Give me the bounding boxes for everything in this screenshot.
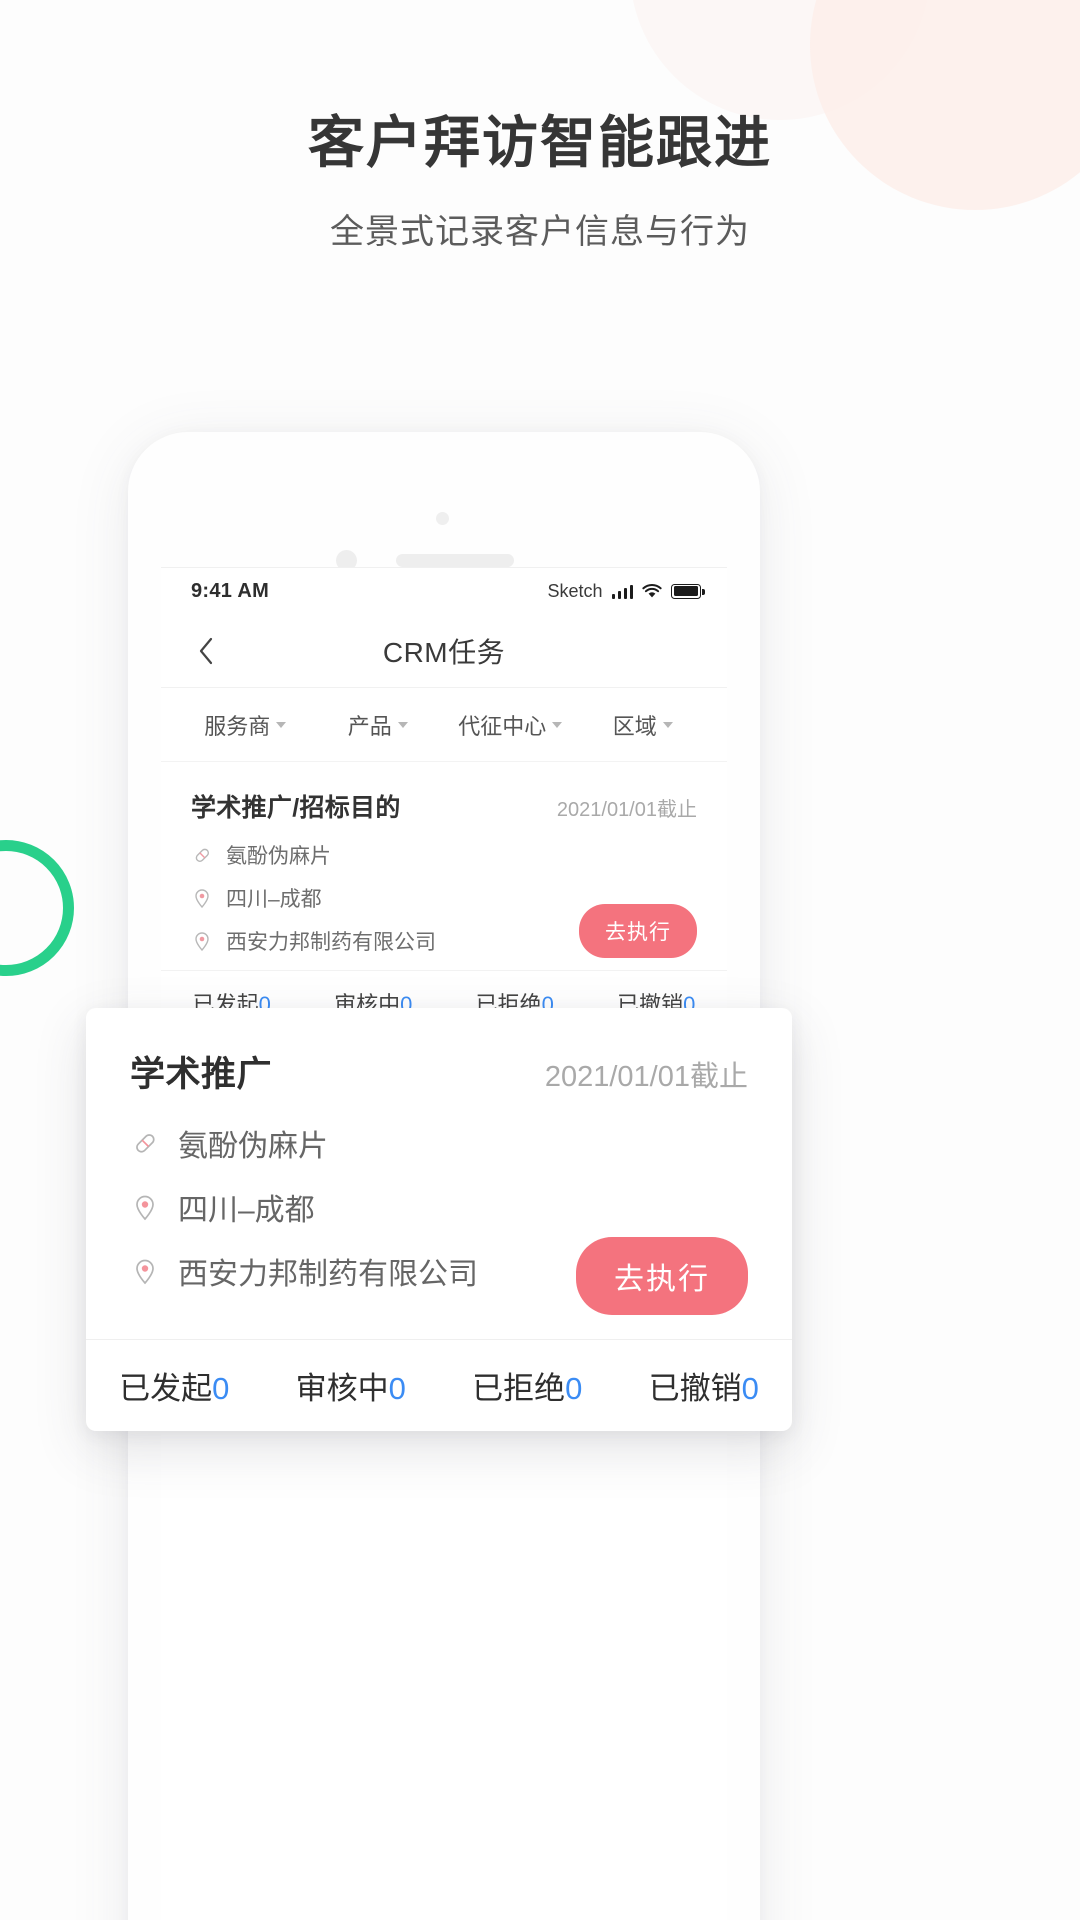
highlighted-stats-row: 已发起0 审核中0 已拒绝0 已撤销0 bbox=[86, 1339, 792, 1431]
filter-region[interactable]: 区域 bbox=[577, 709, 710, 741]
filter-label: 区域 bbox=[612, 713, 657, 739]
highlighted-task-due-date: 2021/01/01截止 bbox=[544, 1061, 748, 1093]
phone-top-hardware bbox=[128, 474, 760, 571]
status-bar-carrier: Sketch bbox=[547, 580, 603, 601]
nav-bar: CRM任务 bbox=[161, 614, 727, 688]
nav-title: CRM任务 bbox=[382, 636, 506, 668]
stat-label: 已拒绝 bbox=[472, 1371, 566, 1406]
highlighted-execute-button[interactable]: 去执行 bbox=[576, 1237, 748, 1315]
execute-task-button[interactable]: 去执行 bbox=[579, 904, 697, 958]
signal-bars-icon bbox=[611, 584, 633, 599]
stat-count: 0 bbox=[565, 1371, 583, 1406]
filter-label: 代征中心 bbox=[458, 713, 547, 739]
highlighted-detail-text: 四川–成都 bbox=[178, 1194, 315, 1227]
chevron-down-icon bbox=[662, 721, 673, 728]
highlighted-detail-text: 氨酚伪麻片 bbox=[178, 1130, 328, 1163]
pill-icon bbox=[130, 1128, 160, 1158]
chevron-down-icon bbox=[552, 721, 563, 728]
highlighted-detail-row: 氨酚伪麻片 bbox=[130, 1121, 748, 1165]
status-bar: 9:41 AM Sketch bbox=[161, 568, 727, 614]
hero-text-block: 客户拜访智能跟进 全景式记录客户信息与行为 bbox=[0, 108, 1080, 253]
location-pin-icon bbox=[130, 1192, 160, 1222]
decor-ring-green bbox=[0, 840, 74, 976]
earpiece-speaker bbox=[396, 554, 514, 567]
highlighted-card-header: 学术推广 2021/01/01截止 bbox=[130, 1046, 748, 1097]
stat-count: 0 bbox=[741, 1371, 759, 1406]
filter-label: 服务商 bbox=[204, 713, 271, 739]
page-title: 客户拜访智能跟进 bbox=[308, 111, 772, 174]
status-bar-time: 9:41 AM bbox=[191, 579, 270, 602]
task-detail-text: 四川–成都 bbox=[226, 888, 322, 911]
filter-collection-center[interactable]: 代征中心 bbox=[444, 709, 577, 741]
pill-icon bbox=[191, 844, 213, 866]
back-button[interactable] bbox=[189, 634, 223, 668]
wifi-icon bbox=[642, 583, 662, 599]
filter-service-provider[interactable]: 服务商 bbox=[179, 709, 312, 741]
highlighted-task-title: 学术推广 bbox=[130, 1055, 273, 1094]
filter-bar: 服务商 产品 代征中心 区域 bbox=[161, 688, 727, 762]
task-card-header: 学术推广/招标目的 2021/01/01截止 bbox=[191, 788, 697, 824]
stat-withdrawn[interactable]: 已撤销0 bbox=[616, 1363, 793, 1408]
stat-count: 0 bbox=[212, 1371, 230, 1406]
stat-count: 0 bbox=[388, 1371, 406, 1406]
highlighted-detail-text: 西安力邦制药有限公司 bbox=[178, 1258, 478, 1291]
stat-reviewing[interactable]: 审核中0 bbox=[263, 1363, 440, 1408]
battery-full-icon bbox=[671, 583, 705, 599]
task-card-body: 氨酚伪麻片 四川–成都 西安力邦制药有限公司 去执行 bbox=[191, 840, 697, 958]
stat-rejected[interactable]: 已拒绝0 bbox=[439, 1363, 616, 1408]
chevron-down-icon bbox=[276, 721, 287, 728]
stat-label: 已撤销 bbox=[648, 1371, 742, 1406]
task-due-date: 2021/01/01截止 bbox=[556, 799, 697, 821]
task-detail-text: 西安力邦制药有限公司 bbox=[226, 931, 436, 954]
promo-screen: 客户拜访智能跟进 全景式记录客户信息与行为 9:41 AM Sketch CRM… bbox=[0, 0, 1080, 1920]
front-camera-icon bbox=[436, 512, 449, 525]
highlighted-detail-row: 四川–成都 bbox=[130, 1185, 748, 1229]
task-detail-text: 氨酚伪麻片 bbox=[226, 845, 331, 868]
highlighted-task-card[interactable]: 学术推广 2021/01/01截止 氨酚伪麻片 四川–成都 西安力邦制药有限公司… bbox=[86, 1008, 792, 1431]
status-bar-indicators: Sketch bbox=[547, 580, 705, 602]
task-detail-row: 氨酚伪麻片 bbox=[191, 840, 697, 870]
stat-initiated[interactable]: 已发起0 bbox=[86, 1363, 263, 1408]
location-pin-icon bbox=[191, 887, 213, 909]
stat-label: 已发起 bbox=[119, 1371, 213, 1406]
location-pin-icon bbox=[191, 930, 213, 952]
filter-label: 产品 bbox=[347, 713, 392, 739]
chevron-down-icon bbox=[397, 721, 408, 728]
task-title: 学术推广/招标目的 bbox=[191, 794, 401, 822]
highlighted-card-body: 氨酚伪麻片 四川–成都 西安力邦制药有限公司 去执行 bbox=[130, 1121, 748, 1339]
filter-product[interactable]: 产品 bbox=[312, 709, 445, 741]
stat-label: 审核中 bbox=[295, 1371, 389, 1406]
chevron-left-icon bbox=[199, 637, 213, 664]
location-pin-icon bbox=[130, 1256, 160, 1286]
page-subtitle: 全景式记录客户信息与行为 bbox=[330, 213, 750, 251]
